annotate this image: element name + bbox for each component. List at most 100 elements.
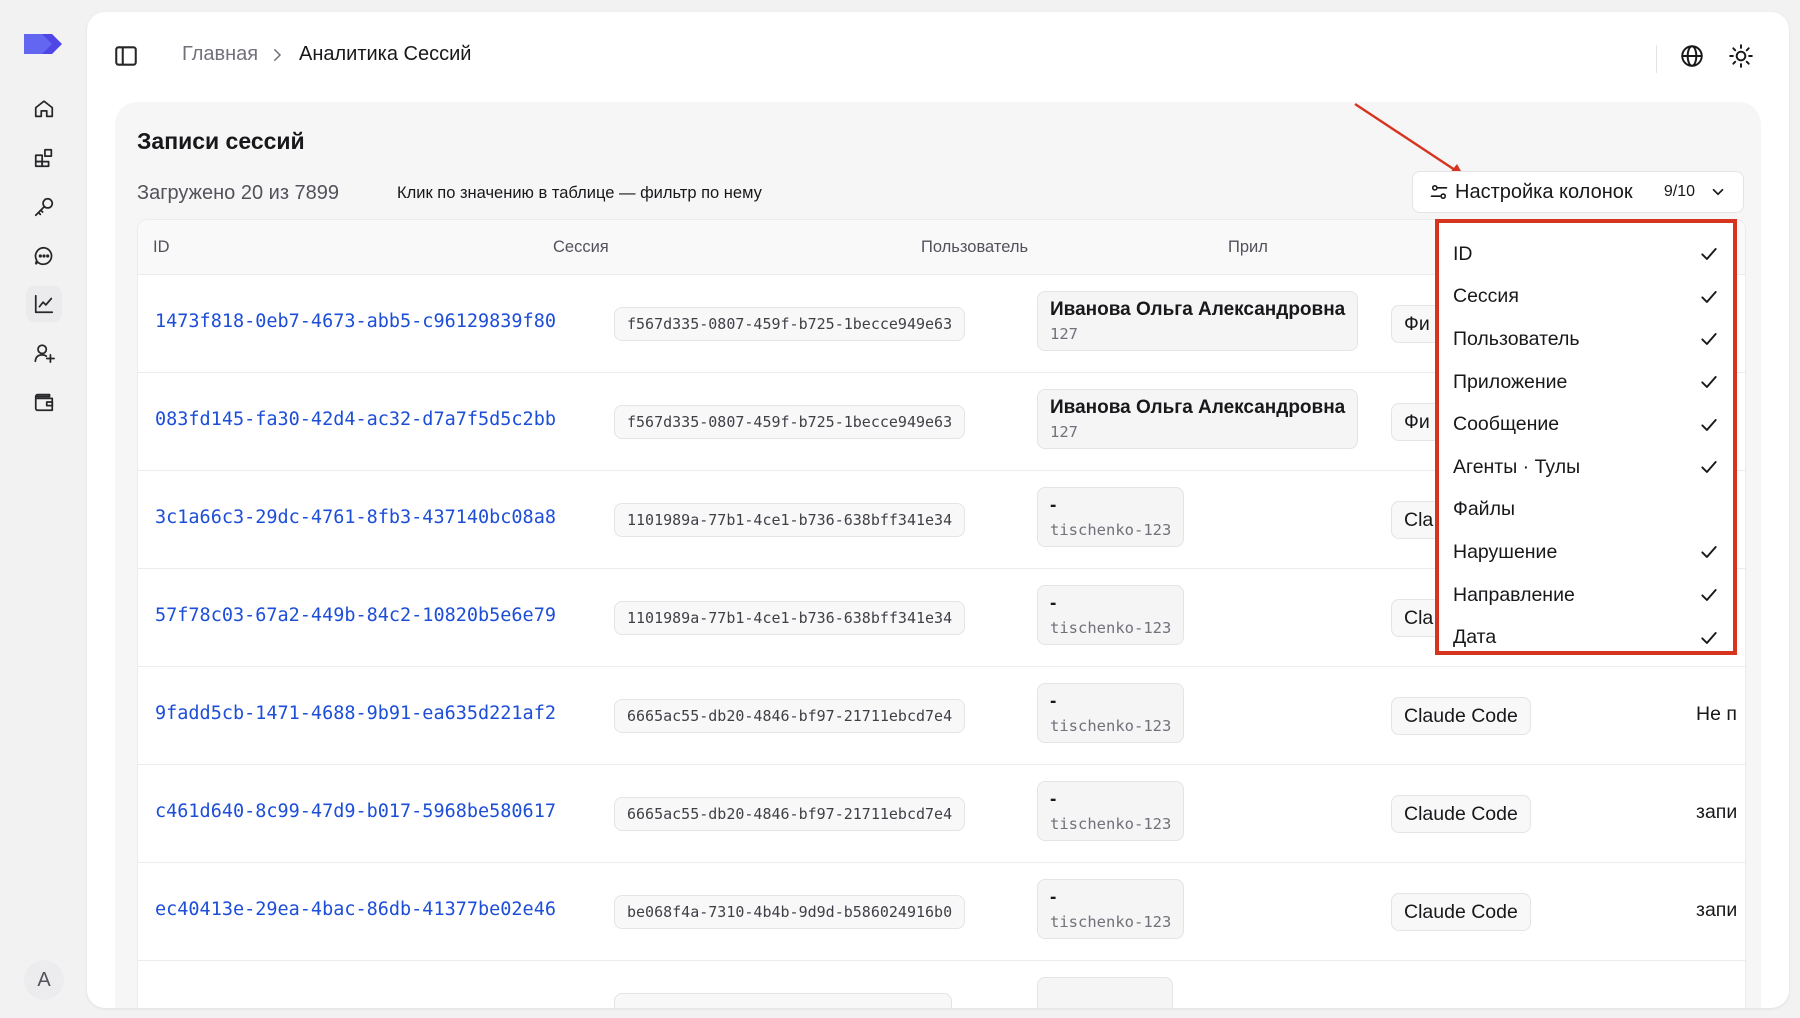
message-cell[interactable]: Не п xyxy=(1696,703,1737,726)
session-chip[interactable]: f567d335-0807-459f-b725-1becce949e63 xyxy=(614,405,966,439)
column-option-label: ID xyxy=(1453,242,1473,265)
user-login: tischenko-123 xyxy=(1050,619,1172,637)
user-login: tischenko-123 xyxy=(1050,521,1172,539)
session-chip[interactable] xyxy=(614,993,952,1008)
nav-add-user[interactable] xyxy=(26,335,62,371)
app-chip[interactable]: Claude Code xyxy=(1391,697,1531,735)
check-icon xyxy=(1701,248,1717,261)
chevron-down-icon xyxy=(1712,188,1724,196)
sun-icon[interactable] xyxy=(1728,43,1754,69)
breadcrumb-home[interactable]: Главная xyxy=(182,43,258,66)
user-chip[interactable]: - tischenko-123 xyxy=(1037,879,1185,939)
column-settings-button[interactable]: Настройка колонок 9/10 xyxy=(1412,171,1744,213)
column-option-label: Приложение xyxy=(1453,370,1568,393)
check-icon xyxy=(1701,376,1717,389)
column-option[interactable]: Агенты · Тулы xyxy=(1453,446,1719,489)
logo-icon xyxy=(24,34,62,54)
user-name: - xyxy=(1050,691,1057,712)
header-user[interactable]: Пользователь xyxy=(921,238,1028,257)
column-option-label: Нарушение xyxy=(1453,540,1558,563)
table-row: ec40413e-29ea-4bac-86db-41377be02e46 be06… xyxy=(138,863,1745,961)
user-chip[interactable] xyxy=(1037,977,1173,1008)
user-chip[interactable]: - tischenko-123 xyxy=(1037,487,1185,547)
table-row: c461d640-8c99-47d9-b017-5968be580617 6665… xyxy=(138,765,1745,863)
check-icon xyxy=(1701,461,1717,474)
row-id-link[interactable]: ec40413e-29ea-4bac-86db-41377be02e46 xyxy=(155,899,556,920)
menu-list: ID Сессия Пользователь Приложение Сообщение А… xyxy=(1453,233,1719,659)
user-name: - xyxy=(1050,495,1057,516)
session-chip[interactable]: 6665ac55-db20-4846-bf97-21711ebcd7e4 xyxy=(614,699,966,733)
header-session[interactable]: Сессия xyxy=(553,238,609,257)
breadcrumb-current: Аналитика Сессий xyxy=(299,43,472,65)
nav-home[interactable] xyxy=(26,91,62,127)
row-id-link[interactable]: c461d640-8c99-47d9-b017-5968be580617 xyxy=(155,801,556,822)
user-chip[interactable]: Иванова Ольга Александровна 127 xyxy=(1037,291,1359,351)
column-option[interactable]: Пользователь xyxy=(1453,318,1719,361)
column-option-label: Направление xyxy=(1453,583,1575,606)
row-id-link[interactable]: 9fadd5cb-1471-4688-9b91-ea635d221af2 xyxy=(155,703,556,724)
wallet-icon xyxy=(34,393,54,412)
nav-keys[interactable] xyxy=(26,189,62,225)
avatar[interactable]: A xyxy=(24,960,64,1000)
user-name: Иванова Ольга Александровна xyxy=(1050,397,1346,418)
nav-dashboard[interactable] xyxy=(26,140,62,176)
icon-rail: A xyxy=(0,0,87,1018)
check-icon xyxy=(1701,333,1717,346)
key-icon xyxy=(34,197,54,217)
user-login: tischenko-123 xyxy=(1050,717,1172,735)
message-cell[interactable]: запи xyxy=(1696,899,1737,922)
sidebar-toggle-icon[interactable] xyxy=(113,43,139,69)
session-chip[interactable]: 1101989a-77b1-4ce1-b736-638bff341e34 xyxy=(614,601,966,635)
column-option-label: Пользователь xyxy=(1453,327,1580,350)
globe-icon[interactable] xyxy=(1679,43,1705,69)
column-count: 9/10 xyxy=(1663,183,1695,200)
chart-icon xyxy=(34,294,54,314)
user-chip[interactable]: Иванова Ольга Александровна 127 xyxy=(1037,389,1359,449)
user-name: - xyxy=(1050,887,1057,908)
column-option[interactable]: Направление xyxy=(1453,574,1719,617)
app-chip[interactable]: Claude Code xyxy=(1391,893,1531,931)
nav-analytics[interactable] xyxy=(26,286,62,322)
chevron-right-icon xyxy=(274,49,282,61)
divider xyxy=(1656,45,1657,73)
session-chip[interactable]: 1101989a-77b1-4ce1-b736-638bff341e34 xyxy=(614,503,966,537)
user-login: 127 xyxy=(1050,325,1078,343)
check-icon xyxy=(1701,631,1717,644)
table-row xyxy=(138,961,1745,1008)
row-id-link[interactable]: 1473f818-0eb7-4673-abb5-c96129839f80 xyxy=(155,311,556,332)
user-chip[interactable]: - tischenko-123 xyxy=(1037,585,1185,645)
user-chip[interactable]: - tischenko-123 xyxy=(1037,781,1185,841)
column-option[interactable]: Файлы xyxy=(1453,489,1719,532)
header-app[interactable]: Прил xyxy=(1228,238,1268,257)
column-option[interactable]: Нарушение xyxy=(1453,531,1719,574)
annotation-arrow xyxy=(1354,102,1465,178)
check-icon xyxy=(1701,546,1717,559)
session-chip[interactable]: be068f4a-7310-4b4b-9d9d-b586024916b0 xyxy=(614,895,966,929)
settings-sliders-icon xyxy=(1430,184,1448,200)
session-chip[interactable]: f567d335-0807-459f-b725-1becce949e63 xyxy=(614,307,966,341)
nav-wallet[interactable] xyxy=(26,384,62,420)
row-id-link[interactable]: 083fd145-fa30-42d4-ac32-d7a7f5d5c2bb xyxy=(155,409,556,430)
column-option[interactable]: ID xyxy=(1453,233,1719,276)
header-id[interactable]: ID xyxy=(153,238,170,257)
app-chip[interactable]: Claude Code xyxy=(1391,795,1531,833)
message-cell[interactable]: запи xyxy=(1696,801,1737,824)
filter-hint: Клик по значению в таблице — фильтр по н… xyxy=(397,184,762,202)
table-row: 9fadd5cb-1471-4688-9b91-ea635d221af2 6665… xyxy=(138,667,1745,765)
user-login: 127 xyxy=(1050,423,1078,441)
column-option-label: Дата xyxy=(1453,626,1497,649)
row-id-link[interactable]: 3c1a66c3-29dc-4761-8fb3-437140bc08a8 xyxy=(155,507,556,528)
dashboard-icon xyxy=(34,148,53,168)
user-name: - xyxy=(1050,789,1057,810)
column-option[interactable]: Дата xyxy=(1453,616,1719,659)
chat-icon xyxy=(34,246,53,266)
column-option[interactable]: Сообщение xyxy=(1453,403,1719,446)
column-option[interactable]: Приложение xyxy=(1453,361,1719,404)
row-id-link[interactable]: 57f78c03-67a2-449b-84c2-10820b5e6e79 xyxy=(155,605,556,626)
session-chip[interactable]: 6665ac55-db20-4846-bf97-21711ebcd7e4 xyxy=(614,797,966,831)
nav-chat[interactable] xyxy=(26,238,62,274)
user-add-icon xyxy=(34,344,55,364)
user-name: - xyxy=(1050,593,1057,614)
user-chip[interactable]: - tischenko-123 xyxy=(1037,683,1185,743)
column-option[interactable]: Сессия xyxy=(1453,276,1719,319)
